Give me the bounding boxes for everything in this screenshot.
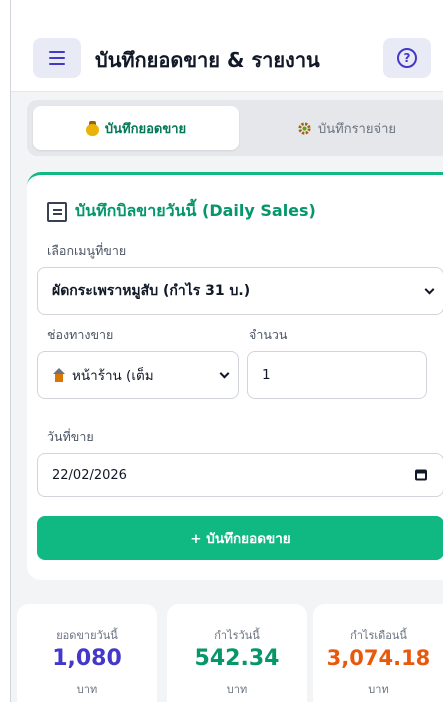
tab-expenses[interactable]: บันทึกรายจ่าย [249, 106, 443, 150]
quantity-input[interactable]: 1 [247, 351, 427, 399]
menu-select[interactable]: ผัดกระเพราหมูสับ (กำไร 31 บ.) [37, 267, 443, 315]
chevron-down-icon [219, 368, 230, 379]
money-bag-icon [85, 120, 99, 136]
house-icon [52, 368, 66, 382]
gear-icon [298, 121, 311, 135]
tab-expenses-label: บันทึกรายจ่าย [317, 121, 396, 137]
section-title: บันทึกบิลขายวันนี้ (Daily Sales) [47, 199, 316, 224]
page-title: บันทึกยอดขาย & รายงาน [95, 48, 320, 72]
app-header: บันทึกยอดขาย & รายงาน ? [11, 0, 443, 92]
date-label: วันที่ขาย [47, 429, 94, 444]
calendar-icon[interactable] [415, 469, 427, 481]
tab-bar: บันทึกยอดขาย บันทึกรายจ่าย [27, 100, 443, 156]
stat-label: กำไรวันนี้ [214, 629, 260, 642]
hamburger-icon [49, 51, 65, 53]
stat-value: 542.34 [194, 646, 280, 671]
menu-label: เลือกเมนูที่ขาย [47, 243, 127, 258]
tab-sales-label: บันทึกยอดขาย [104, 121, 187, 137]
channel-select-value: หน้าร้าน (เต็ม [72, 368, 154, 384]
stat-value: 1,080 [52, 646, 122, 671]
menu-select-value: ผัดกระเพราหมูสับ (กำไร 31 บ.) [52, 283, 251, 299]
hamburger-menu-button[interactable] [33, 38, 81, 78]
stat-unit: บาท [226, 683, 248, 696]
help-icon: ? [397, 48, 417, 68]
stat-value: 3,074.18 [326, 646, 431, 670]
stat-card-profit-month: กำไรเดือนนี้ 3,074.18 บาท [313, 604, 443, 702]
channel-select[interactable]: หน้าร้าน (เต็ม [37, 351, 239, 399]
section-title-text: บันทึกบิลขายวันนี้ (Daily Sales) [75, 201, 316, 220]
date-input-value: 22/02/2026 [52, 467, 127, 483]
tab-sales[interactable]: บันทึกยอดขาย [33, 106, 239, 150]
stat-unit: บาท [76, 683, 98, 696]
date-input[interactable]: 22/02/2026 [37, 453, 443, 497]
daily-sales-card: บันทึกบิลขายวันนี้ (Daily Sales) เลือกเม… [27, 172, 443, 580]
stat-label: กำไรเดือนนี้ [350, 629, 407, 642]
chevron-down-icon [424, 284, 435, 295]
stat-card-profit-today: กำไรวันนี้ 542.34 บาท [167, 604, 307, 702]
quantity-input-value: 1 [262, 367, 271, 383]
save-sale-button[interactable]: + บันทึกยอดขาย [37, 516, 443, 560]
help-button[interactable]: ? [383, 38, 431, 78]
app-frame: บันทึกยอดขาย & รายงาน ? บันทึกยอดขาย บัน… [10, 0, 443, 702]
stat-card-sales-today: ยอดขายวันนี้ 1,080 บาท [17, 604, 157, 702]
stat-unit: บาท [368, 683, 389, 696]
channel-label: ช่องทางขาย [47, 327, 114, 342]
memo-icon [47, 201, 67, 222]
stat-label: ยอดขายวันนี้ [56, 629, 118, 642]
quantity-label: จำนวน [249, 327, 288, 342]
